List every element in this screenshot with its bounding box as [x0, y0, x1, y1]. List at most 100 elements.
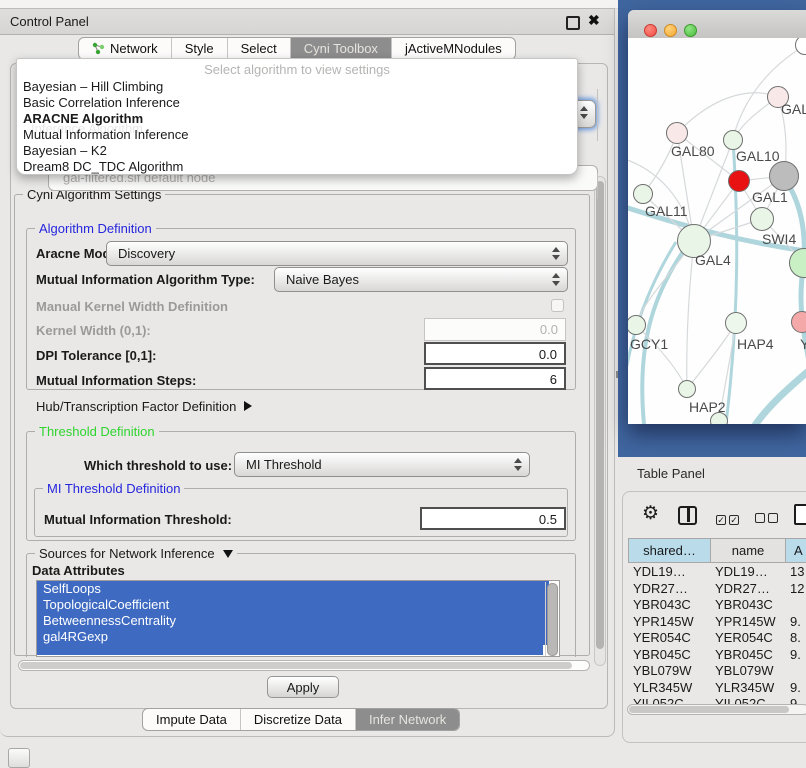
table-cell: YIL052C: [633, 695, 684, 704]
network-canvas[interactable]: GAL GAL80 GAL10 GAL1 GAL11 GAL4 SWI4 GCY…: [628, 38, 806, 424]
table-cell: 9: [790, 695, 797, 704]
tab-infer-network[interactable]: Infer Network: [355, 709, 459, 730]
list-item[interactable]: gal4RGexp: [37, 629, 549, 645]
cyni-bottom-tab-bar: Impute Data Discretize Data Infer Networ…: [142, 708, 460, 731]
table-cell: YPR145W: [633, 613, 694, 630]
mi-threshold-label: Mutual Information Threshold:: [44, 512, 232, 527]
algorithm-definition-title: Algorithm Definition: [35, 221, 156, 236]
which-threshold-select[interactable]: MI Threshold: [234, 452, 530, 477]
scrollbar-thumb[interactable]: [20, 662, 572, 669]
cytopanel-tab-bar: Network Style Select Cyni Toolbox jActiv…: [78, 37, 516, 60]
table-cell: 13: [790, 563, 804, 580]
node-label: GAL: [781, 101, 806, 117]
tab-jactivemnodules[interactable]: jActiveMNodules: [391, 38, 515, 59]
node-label: GAL11: [645, 203, 688, 219]
algorithm-dropdown: Select algorithm to view settings Infere…: [16, 58, 578, 175]
list-item[interactable]: TopologicalCoefficient: [37, 597, 549, 613]
scrollbar-thumb[interactable]: [629, 706, 789, 713]
mi-algorithm-type-select[interactable]: Naive Bayes: [274, 267, 568, 292]
dropdown-item[interactable]: Mutual Information Inference: [21, 127, 573, 143]
table-row[interactable]: YBR045CYBR045C9.: [622, 646, 806, 663]
dropdown-item-selected[interactable]: ARACNE Algorithm: [21, 111, 573, 127]
dropdown-item[interactable]: Bayesian – K2: [21, 143, 573, 159]
scrollbar-thumb[interactable]: [596, 181, 604, 649]
bottom-left-button[interactable]: [8, 748, 30, 768]
table-cell: YPR145W: [715, 613, 776, 630]
table-row[interactable]: YBR043CYBR043C: [622, 596, 806, 613]
table-row[interactable]: YDL19…YDL19…13: [622, 563, 806, 580]
select-all-checkboxes-icon[interactable]: ✓✓: [716, 511, 742, 526]
network-node[interactable]: [633, 184, 653, 204]
table-cell: YIL052C: [715, 695, 766, 704]
column-header-name[interactable]: name: [710, 538, 786, 563]
mi-threshold-field[interactable]: 0.5: [420, 507, 566, 530]
kernel-width-field[interactable]: 0.0: [424, 318, 566, 341]
control-panel-titlebar: Control Panel ✖: [0, 9, 614, 35]
network-node[interactable]: [723, 130, 743, 150]
aracne-mode-select[interactable]: Discovery: [106, 241, 568, 266]
dropdown-item[interactable]: Dream8 DC_TDC Algorithm: [21, 159, 573, 175]
table-row[interactable]: YIL052C YIL052C 9: [622, 695, 806, 704]
network-node[interactable]: [678, 380, 696, 398]
table-cell: YDL19…: [715, 563, 768, 580]
table-horizontal-scrollbar[interactable]: [627, 704, 806, 715]
table-row[interactable]: YBL079WYBL079W: [622, 662, 806, 679]
dpi-tolerance-field[interactable]: 0.0: [424, 342, 566, 365]
deselect-all-checkboxes-icon[interactable]: [755, 511, 781, 526]
network-node[interactable]: [725, 312, 747, 334]
data-attributes-list: SelfLoops TopologicalCoefficient Between…: [36, 580, 560, 657]
list-item[interactable]: BetweennessCentrality: [37, 613, 549, 629]
mi-steps-label: Mutual Information Steps:: [36, 373, 196, 388]
tab-network[interactable]: Network: [79, 38, 171, 59]
network-node[interactable]: [750, 207, 774, 231]
node-label: GAL80: [671, 143, 715, 159]
table-row[interactable]: YER054CYER054C8.: [622, 629, 806, 646]
tab-cyni-toolbox[interactable]: Cyni Toolbox: [290, 38, 391, 59]
table-row[interactable]: YPR145WYPR145W9.: [622, 613, 806, 630]
zoom-traffic-light[interactable]: [684, 24, 697, 37]
dropdown-item[interactable]: Bayesian – Hill Climbing: [21, 79, 573, 95]
hub-definition-expander[interactable]: Hub/Transcription Factor Definition: [36, 399, 252, 414]
control-panel: Control Panel ✖ Network Style Select Cyn…: [0, 8, 615, 737]
gear-icon[interactable]: ⚙: [642, 502, 659, 525]
table-cell: 8.: [790, 629, 801, 646]
group-border-fragment: [597, 173, 598, 199]
column-header-shared-name[interactable]: shared…: [628, 538, 711, 563]
table-cell: YBR043C: [633, 596, 691, 613]
stepper-icon: [552, 273, 561, 287]
list-item-partial[interactable]: [37, 645, 543, 655]
network-node[interactable]: [791, 311, 806, 333]
list-item[interactable]: SelfLoops: [37, 581, 549, 597]
close-icon[interactable]: ✖: [588, 12, 600, 29]
network-node[interactable]: [769, 161, 799, 191]
columns-icon[interactable]: [678, 506, 697, 525]
list-vertical-scrollbar[interactable]: [545, 582, 558, 656]
sources-group-title[interactable]: Sources for Network Inference: [35, 546, 237, 561]
tab-discretize-data[interactable]: Discretize Data: [240, 709, 355, 730]
column-header-partial[interactable]: A: [785, 538, 806, 563]
manual-kernel-checkbox[interactable]: [551, 299, 564, 312]
mi-algorithm-type-label: Mutual Information Algorithm Type:: [36, 272, 255, 287]
network-node-selected[interactable]: [728, 170, 750, 192]
table-cell: YBL079W: [633, 662, 692, 679]
float-window-icon[interactable]: [566, 16, 580, 30]
desktop-background: GAL GAL80 GAL10 GAL1 GAL11 GAL4 SWI4 GCY…: [618, 0, 806, 457]
settings-vertical-scrollbar[interactable]: [594, 176, 606, 666]
network-node[interactable]: [666, 122, 688, 144]
kernel-width-label: Kernel Width (0,1):: [36, 323, 151, 338]
tab-style[interactable]: Style: [171, 38, 227, 59]
settings-horizontal-scrollbar[interactable]: [18, 660, 590, 671]
apply-button[interactable]: Apply: [267, 676, 339, 698]
table-row[interactable]: YLR345WYLR345W9.: [622, 679, 806, 696]
table-cell: YER054C: [715, 629, 773, 646]
node-label: SWI4: [762, 231, 796, 247]
dropdown-item[interactable]: Basic Correlation Inference: [21, 95, 573, 111]
table-row[interactable]: YDR27…YDR27…12: [622, 580, 806, 597]
mi-steps-field[interactable]: 6: [424, 367, 566, 390]
minimize-traffic-light[interactable]: [664, 24, 677, 37]
tab-select[interactable]: Select: [227, 38, 290, 59]
export-table-icon[interactable]: [794, 504, 806, 525]
close-traffic-light[interactable]: [644, 24, 657, 37]
table-cell: 9.: [790, 679, 801, 696]
tab-impute-data[interactable]: Impute Data: [143, 709, 240, 730]
